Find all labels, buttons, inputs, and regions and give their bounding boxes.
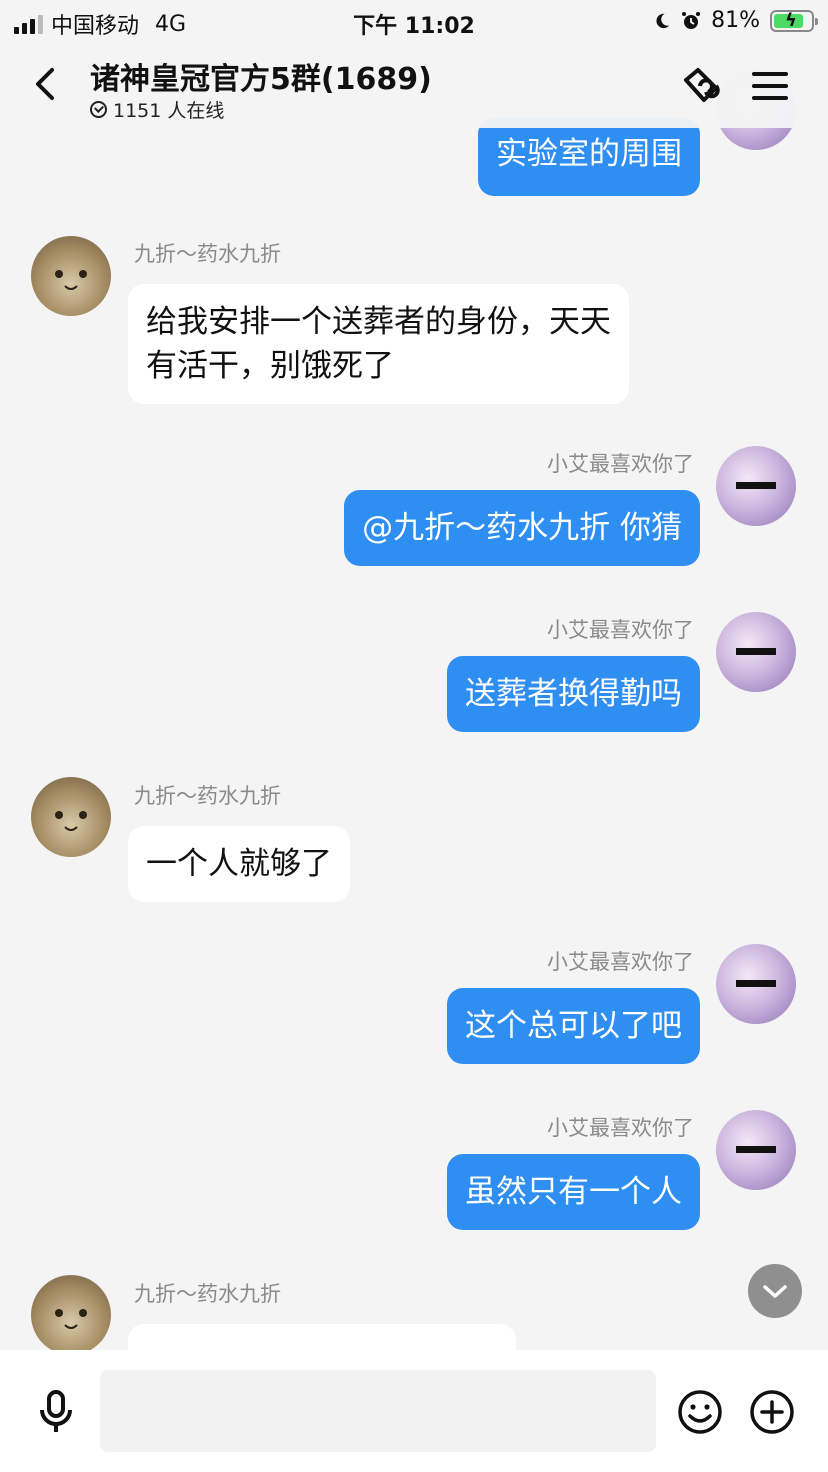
message-bubble[interactable] [128, 1324, 516, 1350]
message-text-line: 有活干，别饿死了 [146, 348, 394, 384]
sender-name[interactable]: 小艾最喜欢你了 [547, 614, 694, 644]
sender-name[interactable]: 小艾最喜欢你了 [547, 448, 694, 478]
sunglasses-icon [736, 1146, 776, 1153]
message-text: 虽然只有一个人 [465, 1174, 682, 1210]
message-bubble[interactable]: 送葬者换得勤吗 [447, 656, 700, 732]
cat-face-icon [55, 270, 87, 290]
emoji-icon[interactable] [676, 1388, 724, 1436]
input-bar [0, 1350, 828, 1472]
message-text-line: 给我安排一个送葬者的身份，天天 [146, 304, 611, 340]
avatar[interactable] [716, 446, 796, 526]
online-count-label: 1151 人在线 [113, 100, 225, 122]
sunglasses-icon [736, 482, 776, 489]
sender-name[interactable]: 九折～药水九折 [134, 780, 281, 810]
message-input[interactable] [100, 1370, 656, 1452]
cat-face-icon [55, 811, 87, 831]
cat-face-icon [55, 1309, 87, 1329]
message-text: @九折～药水九折 你猜 [362, 510, 682, 546]
sunglasses-icon [736, 648, 776, 655]
online-count: 1151 人在线 [90, 96, 224, 123]
avatar[interactable] [716, 1110, 796, 1190]
chevron-down-icon [763, 1285, 787, 1298]
scroll-to-bottom-button[interactable] [748, 1264, 802, 1318]
avatar[interactable] [31, 1275, 111, 1350]
avatar[interactable] [31, 236, 111, 316]
plus-icon[interactable] [748, 1388, 796, 1436]
microphone-icon[interactable] [32, 1388, 80, 1436]
message-bubble[interactable]: 一个人就够了 [128, 826, 350, 902]
message-text: 一个人就够了 [146, 846, 332, 882]
group-call-icon[interactable] [678, 62, 726, 110]
avatar[interactable] [716, 612, 796, 692]
avatar[interactable] [716, 944, 796, 1024]
sender-name[interactable]: 小艾最喜欢你了 [547, 1112, 694, 1142]
message-bubble[interactable]: 实验室的周围 [478, 118, 700, 196]
message-bubble[interactable]: 给我安排一个送葬者的身份，天天 有活干，别饿死了 [128, 284, 629, 404]
group-title[interactable]: 诸神皇冠官方5群(1689) [90, 54, 432, 98]
online-check-icon [90, 101, 107, 118]
message-list[interactable]: 实验室的周围 九折～药水九折 给我安排一个送葬者的身份，天天 有活干，别饿死了 … [0, 0, 828, 1350]
message-bubble[interactable]: 虽然只有一个人 [447, 1154, 700, 1230]
avatar[interactable] [31, 777, 111, 857]
message-bubble[interactable]: 这个总可以了吧 [447, 988, 700, 1064]
sender-name[interactable]: 九折～药水九折 [134, 1278, 281, 1308]
sunglasses-icon [736, 980, 776, 987]
sender-name[interactable]: 小艾最喜欢你了 [547, 946, 694, 976]
chat-header: 诸神皇冠官方5群(1689) 1151 人在线 [0, 44, 828, 128]
menu-icon[interactable] [746, 62, 794, 110]
message-text: 这个总可以了吧 [465, 1008, 682, 1044]
message-text: 实验室的周围 [496, 136, 682, 172]
sender-name[interactable]: 九折～药水九折 [134, 238, 281, 268]
message-bubble[interactable]: @九折～药水九折 你猜 [344, 490, 700, 566]
back-arrow-icon[interactable] [28, 64, 64, 104]
message-text: 送葬者换得勤吗 [465, 676, 682, 712]
